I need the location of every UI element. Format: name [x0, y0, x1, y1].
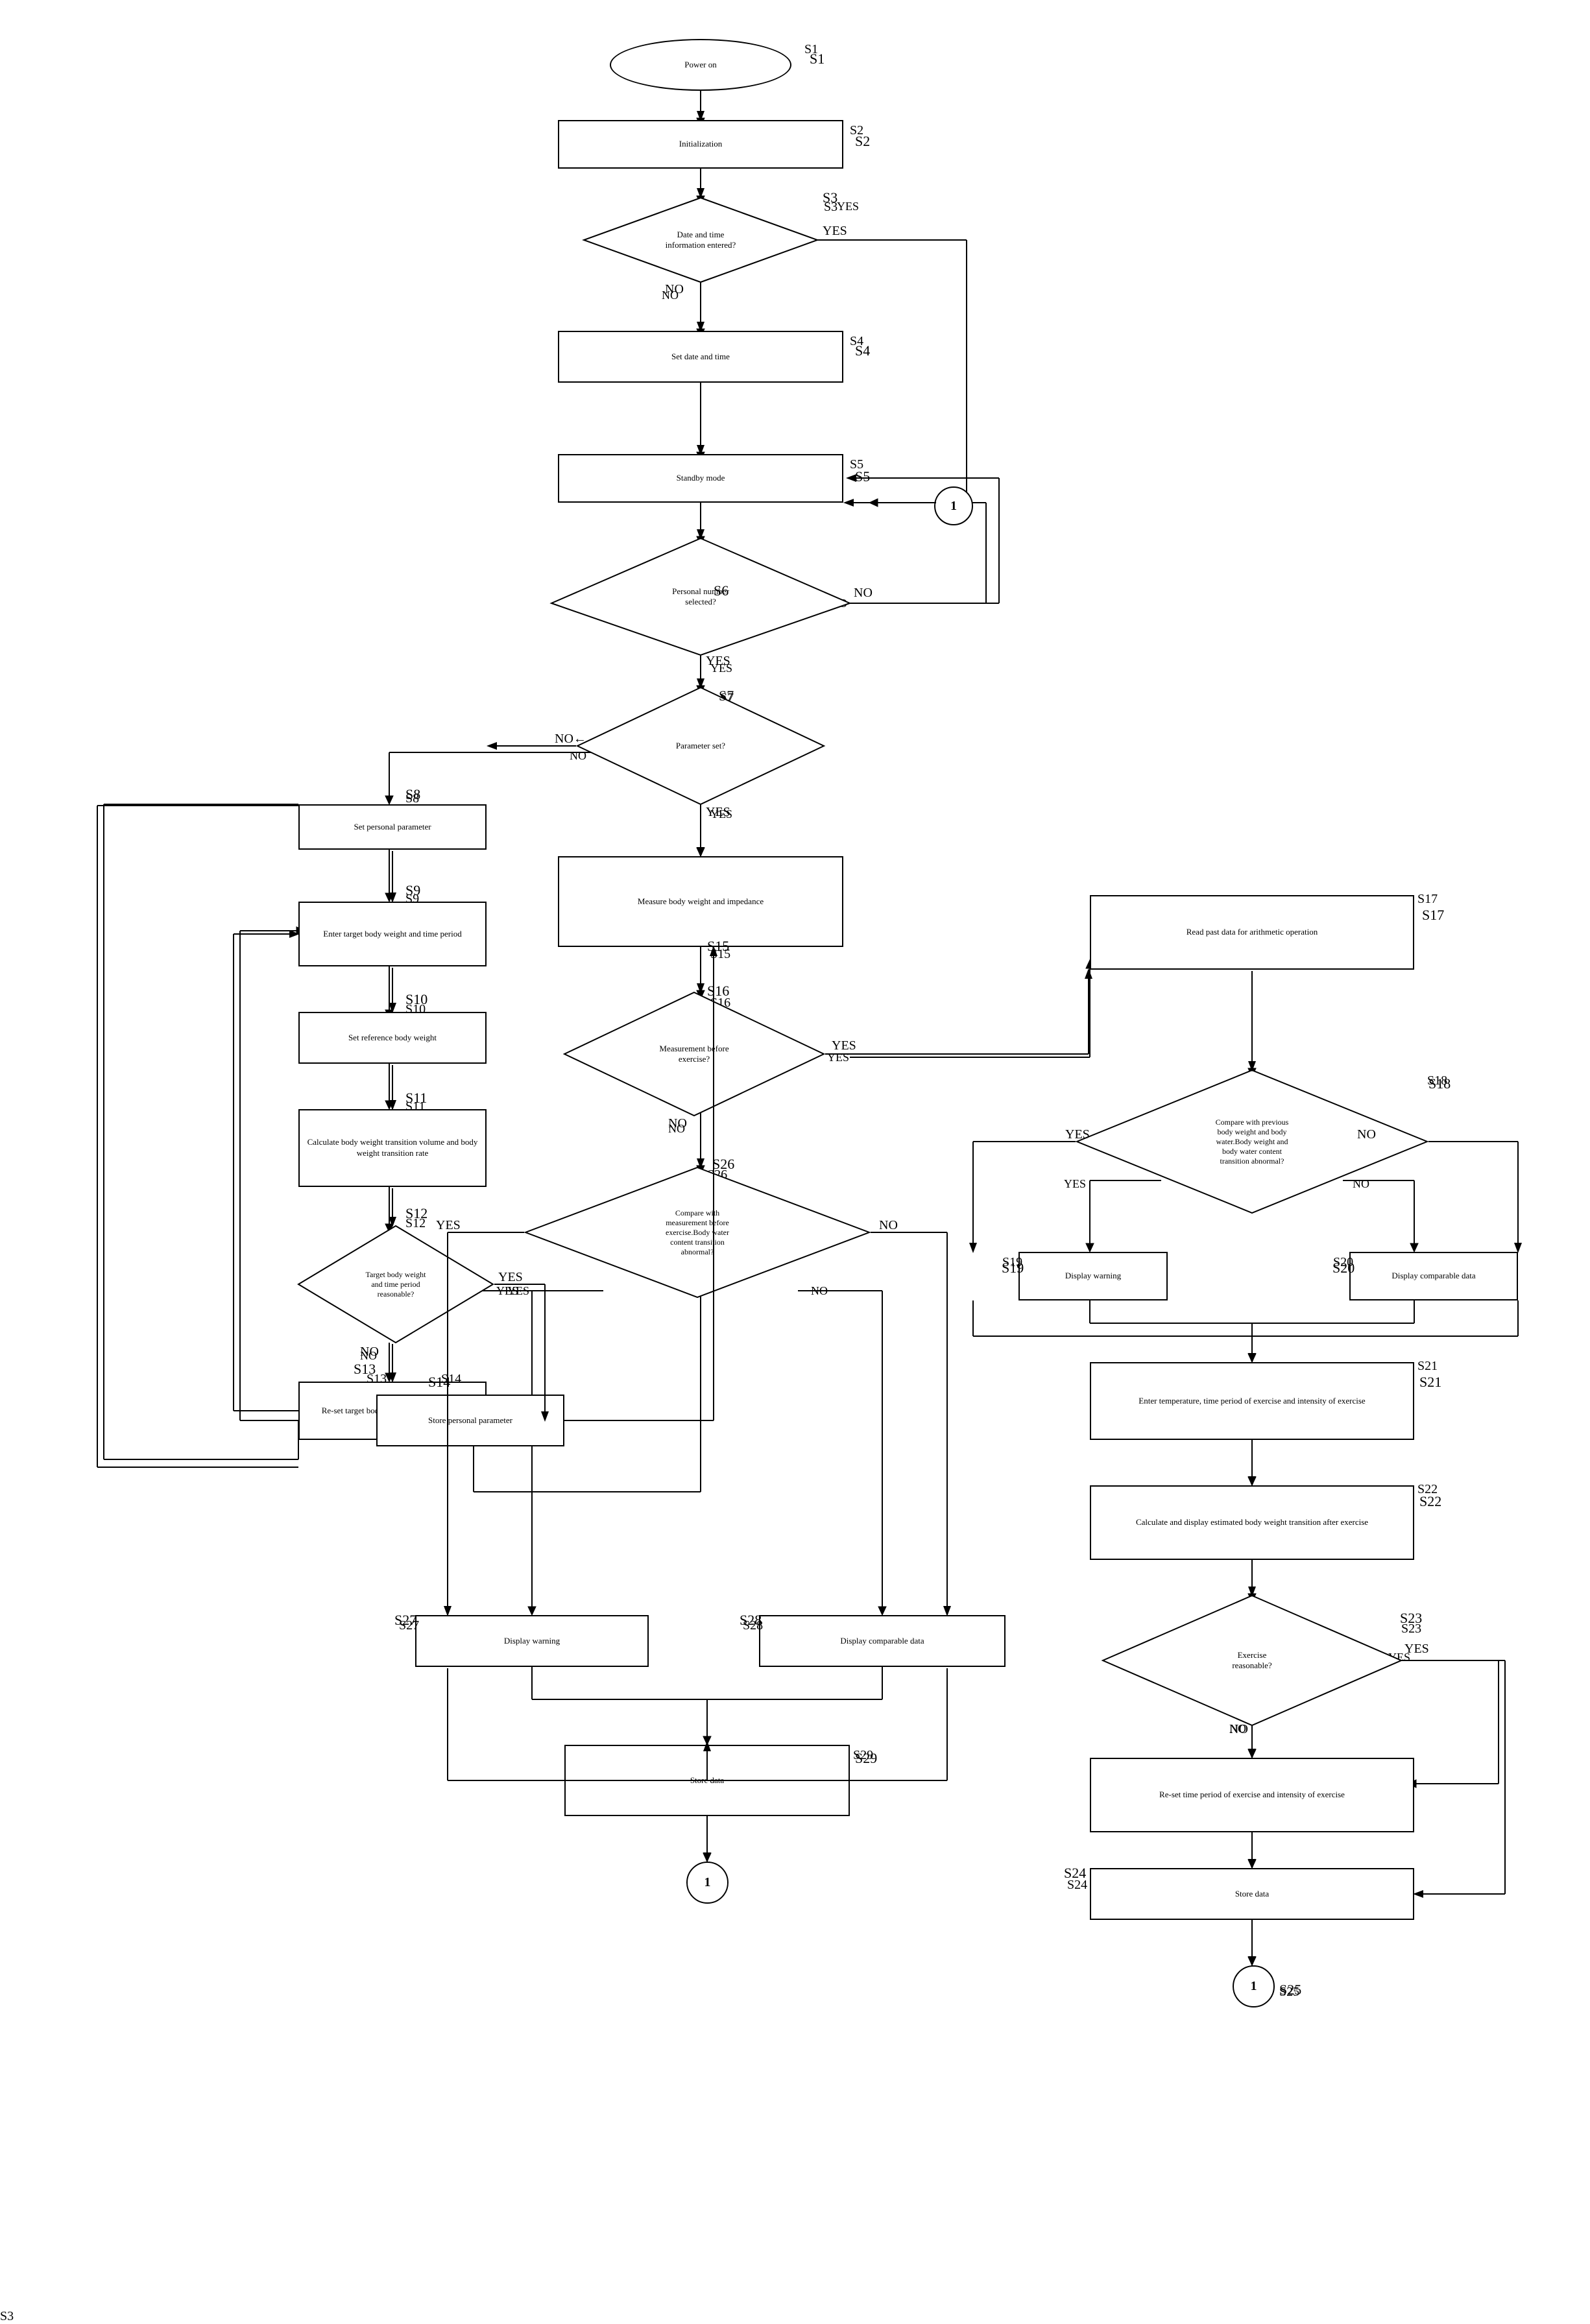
set-personal-param-node: Set personal parameter — [298, 804, 487, 850]
read-past-label: Read past data for arithmetic operation — [1186, 927, 1318, 938]
s1-label: S1 — [804, 42, 818, 57]
circle-1d: 1 — [1233, 1965, 1275, 2007]
set-personal-param-label: Set personal parameter — [354, 822, 431, 833]
calc-display-label: Calculate and display estimated body wei… — [1136, 1517, 1368, 1528]
circle-1a: 1 — [934, 486, 973, 525]
enter-temp-label: Enter temperature, time period of exerci… — [1138, 1396, 1365, 1407]
s23-label-ref: S23 — [1401, 1622, 1421, 1636]
standby-mode-label: Standby mode — [677, 473, 725, 484]
s17-label: S17 — [1417, 892, 1438, 907]
s13-label: S13 — [367, 1372, 387, 1387]
s26-yes: YES — [507, 1284, 529, 1298]
read-past-node: Read past data for arithmetic operation — [1090, 895, 1414, 970]
flowchart: Power on S1 Initialization S2 Date and t… — [0, 0, 1590, 2309]
s28-label: S28 — [743, 1618, 763, 1633]
display-comparable-20-node: Display comparable data — [1349, 1252, 1518, 1300]
enter-target-label: Enter target body weight and time period — [323, 929, 461, 940]
s7-yes: YES — [710, 808, 732, 821]
s23-no: NO — [1229, 1722, 1246, 1736]
s6-label: S6 — [720, 590, 734, 605]
s18-no: NO — [1353, 1177, 1369, 1191]
display-warning-19-node: Display warning — [1018, 1252, 1168, 1300]
s15-label: S15 — [710, 947, 730, 962]
circle-1b: 1 — [686, 1862, 729, 1904]
s18-label: S18 — [1427, 1073, 1447, 1088]
standby-mode-node: Standby mode — [558, 454, 843, 503]
s26-label: S26 — [707, 1168, 727, 1182]
set-date-time-node: Set date and time — [558, 331, 843, 383]
store-data-24-node: Store data — [1090, 1868, 1414, 1920]
display-comparable-28-node: Display comparable data — [759, 1615, 1006, 1667]
s24-label: S24 — [1067, 1878, 1087, 1893]
initialization-node: Initialization — [558, 120, 843, 169]
s16-no: NO — [668, 1122, 685, 1136]
s9-label: S9 — [405, 892, 419, 907]
display-warning-27-node: Display warning — [415, 1615, 649, 1667]
s7-label: S7 — [720, 691, 734, 706]
s16-yes: YES — [827, 1051, 849, 1064]
s12-label: S12 — [405, 1216, 426, 1231]
store-personal-node: Store personal parameter — [376, 1395, 564, 1446]
s25-label: S25 — [1279, 1985, 1299, 2000]
store-personal-label: Store personal parameter — [428, 1415, 512, 1426]
store-data-24-label: Store data — [1235, 1889, 1269, 1900]
measure-body-node: Measure body weight and impedance — [558, 856, 843, 947]
initialization-label: Initialization — [679, 139, 722, 150]
s11-label: S11 — [405, 1099, 425, 1114]
s23-yes: YES — [1388, 1651, 1410, 1664]
enter-temp-node: Enter temperature, time period of exerci… — [1090, 1362, 1414, 1440]
display-warning-19-label: Display warning — [1065, 1271, 1121, 1282]
s3-label: S3 — [824, 200, 837, 215]
s21-label: S21 — [1417, 1359, 1438, 1374]
calc-display-node: Calculate and display estimated body wei… — [1090, 1485, 1414, 1560]
s22-label: S22 — [1417, 1482, 1438, 1497]
set-date-time-label: Set date and time — [671, 352, 730, 363]
s8-label: S8 — [405, 791, 419, 806]
set-reference-label: Set reference body weight — [348, 1033, 437, 1044]
s5-label: S5 — [850, 457, 863, 472]
s16-label: S16 — [710, 996, 730, 1011]
power-on-label: Power on — [684, 60, 716, 71]
s3-yes: YES — [837, 200, 859, 213]
display-warning-27-label: Display warning — [504, 1636, 560, 1647]
s3-no: NO — [662, 289, 679, 302]
display-comparable-28-label: Display comparable data — [840, 1636, 924, 1647]
s4-label: S4 — [850, 334, 863, 349]
s26-no: NO — [811, 1284, 828, 1298]
s3-step: S3 — [0, 2309, 14, 2324]
s6-yes: YES — [710, 662, 732, 675]
s14-label: S14 — [441, 1372, 461, 1387]
s2-label: S2 — [850, 123, 863, 138]
set-reference-node: Set reference body weight — [298, 1012, 487, 1064]
s19-label: S19 — [1002, 1255, 1022, 1270]
store-data-29-label: Store data — [690, 1775, 724, 1786]
circle-1a-label: 1 — [950, 499, 957, 514]
s6-no: NO — [830, 597, 847, 610]
s12-no: NO — [360, 1349, 377, 1363]
s7-no: NO — [570, 749, 586, 763]
circle-1b-label: 1 — [705, 1875, 711, 1890]
reset-time-label: Re-set time period of exercise and inten… — [1159, 1790, 1345, 1801]
s10-label: S10 — [405, 1002, 426, 1017]
display-comparable-20-label: Display comparable data — [1391, 1271, 1475, 1282]
measure-body-label: Measure body weight and impedance — [638, 896, 764, 907]
store-data-29-node: Store data — [564, 1745, 850, 1816]
enter-target-node: Enter target body weight and time period — [298, 902, 487, 966]
reset-time-node: Re-set time period of exercise and inten… — [1090, 1758, 1414, 1832]
s20-label: S20 — [1333, 1255, 1353, 1270]
s27-label: S27 — [399, 1618, 419, 1633]
power-on-node: Power on — [610, 39, 791, 91]
circle-1d-label: 1 — [1251, 1979, 1257, 1994]
calculate-body-node: Calculate body weight transition volume … — [298, 1109, 487, 1187]
calculate-body-label: Calculate body weight transition volume … — [300, 1137, 485, 1159]
s29-label: S29 — [853, 1748, 873, 1763]
s18-yes: YES — [1064, 1177, 1086, 1191]
